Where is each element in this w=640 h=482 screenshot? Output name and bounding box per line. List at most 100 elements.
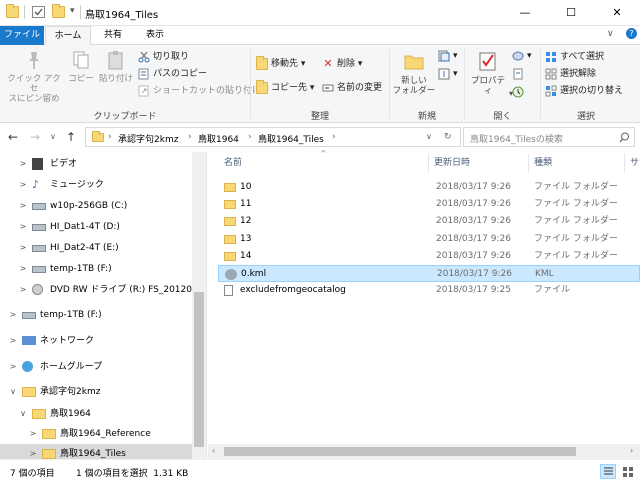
history-button[interactable]	[512, 85, 527, 100]
nav-item-label: HI_Dat2-4T (E:)	[50, 243, 119, 253]
chevron-right-icon[interactable]: >	[28, 424, 38, 444]
nav-item[interactable]: ∨ 鳥取1964	[0, 404, 192, 424]
move-to-button[interactable]: 移動先 ▾	[256, 55, 305, 72]
delete-x-icon: ✕	[323, 56, 333, 70]
chevron-right-icon[interactable]: >	[18, 217, 28, 237]
nav-item[interactable]: > HI_Dat2-4T (E:)	[0, 238, 192, 258]
up-arrow-icon[interactable]: ↑	[66, 130, 76, 144]
nav-scrollbar-thumb[interactable]	[194, 292, 204, 447]
nav-item[interactable]: > DVD RW ドライブ (R:) FS_201207	[0, 280, 198, 300]
column-header-date[interactable]: 更新日時	[434, 152, 470, 174]
copy-button[interactable]: コピー	[66, 49, 96, 84]
nav-item[interactable]: > 鳥取1964_Tiles	[0, 444, 192, 459]
column-header-name[interactable]: 名前	[224, 152, 242, 174]
sort-ascending-icon: ^	[320, 149, 327, 158]
refresh-icon[interactable]: ↻	[444, 132, 452, 142]
select-all-button[interactable]: すべて選択	[545, 50, 604, 65]
rename-button[interactable]: 名前の変更	[322, 81, 382, 96]
chevron-right-icon[interactable]: >	[18, 175, 28, 195]
select-none-button[interactable]: 選択解除	[545, 67, 596, 82]
file-row[interactable]: 11 2018/03/17 9:26 ファイル フォルダー	[218, 196, 640, 213]
tab-share[interactable]: 共有	[93, 26, 133, 45]
chevron-right-icon[interactable]: >	[18, 259, 28, 279]
close-button[interactable]: ✕	[594, 0, 640, 26]
tab-view[interactable]: 表示	[135, 26, 175, 45]
nav-item[interactable]: > ホームグループ	[0, 357, 192, 377]
file-row[interactable]: 0.kml 2018/03/17 9:26 KML	[218, 265, 640, 282]
folder-icon	[42, 449, 56, 459]
nav-item[interactable]: > ネットワーク	[0, 331, 192, 351]
select-none-label: 選択解除	[560, 69, 597, 79]
scroll-left-icon[interactable]: ‹	[212, 446, 215, 455]
pin-quick-access-button[interactable]: クイック アクセ スにピン留め	[4, 49, 64, 104]
move-to-icon	[256, 55, 268, 70]
item-count: 7 個の項目	[10, 469, 55, 479]
new-item-button[interactable]: ▾	[438, 49, 458, 64]
file-row[interactable]: 14 2018/03/17 9:26 ファイル フォルダー	[218, 248, 640, 265]
copy-path-button[interactable]: パスのコピー	[138, 67, 207, 82]
maximize-button[interactable]: ☐	[548, 0, 594, 26]
homegroup-icon	[22, 361, 33, 372]
paste-shortcut-label: ショートカットの貼り付け	[153, 86, 262, 96]
open-button[interactable]: ▾	[512, 49, 532, 64]
nav-item[interactable]: > temp-1TB (F:)	[0, 259, 192, 279]
chevron-right-icon[interactable]: >	[18, 196, 28, 216]
copy-to-button[interactable]: コピー先 ▾	[256, 79, 314, 96]
breadcrumb-item[interactable]: 鳥取1964_Tiles	[258, 132, 324, 145]
chevron-right-icon[interactable]: >	[8, 357, 18, 377]
chevron-right-icon[interactable]: >	[18, 280, 28, 300]
file-row[interactable]: excludefromgeocatalog 2018/03/17 9:25 ファイル	[218, 282, 640, 299]
file-row[interactable]: 10 2018/03/17 9:26 ファイル フォルダー	[218, 179, 640, 196]
breadcrumb-item[interactable]: 承認字句2kmz	[118, 132, 178, 145]
search-input[interactable]: 鳥取1964_Tilesの検索	[463, 127, 635, 147]
details-view-icon[interactable]	[600, 464, 616, 479]
properties-button[interactable]: プロパティ	[468, 49, 508, 96]
new-folder-quick-icon[interactable]	[52, 4, 65, 18]
chevron-right-icon[interactable]: >	[28, 444, 38, 459]
help-icon[interactable]: ?	[626, 28, 637, 39]
tab-home[interactable]: ホーム	[45, 26, 91, 46]
minimize-button[interactable]: —	[502, 0, 548, 26]
recent-locations-icon[interactable]: ∨	[50, 132, 56, 141]
expand-ribbon-icon[interactable]: ∨	[607, 29, 614, 39]
nav-item[interactable]: > w10p-256GB (C:)	[0, 196, 192, 216]
scroll-right-icon[interactable]: ›	[630, 446, 633, 455]
move-to-label: 移動先	[271, 59, 299, 69]
file-row[interactable]: 13 2018/03/17 9:26 ファイル フォルダー	[218, 231, 640, 248]
horizontal-scrollbar-thumb[interactable]	[224, 447, 576, 456]
paste-shortcut-button[interactable]: ショートカットの貼り付け	[138, 84, 261, 99]
address-dropdown-icon[interactable]: ∨	[426, 132, 432, 141]
paste-button[interactable]: 貼り付け	[98, 49, 134, 84]
chevron-down-icon[interactable]: ∨	[8, 382, 18, 402]
column-header-type[interactable]: 種類	[534, 152, 552, 174]
file-date: 2018/03/17 9:26	[436, 216, 511, 227]
properties-checkbox-icon[interactable]	[32, 6, 45, 18]
chevron-right-icon[interactable]: >	[18, 238, 28, 258]
large-icons-view-icon[interactable]	[620, 464, 636, 479]
forward-arrow-icon[interactable]: →	[30, 130, 40, 144]
nav-item[interactable]: ∨ 承認字句2kmz	[0, 382, 192, 402]
breadcrumb-item[interactable]: 鳥取1964	[198, 132, 239, 145]
quick-access-dropdown-icon[interactable]: ▾	[70, 6, 75, 16]
chevron-down-icon[interactable]: ∨	[18, 404, 28, 424]
nav-item[interactable]: > HI_Dat1-4T (D:)	[0, 217, 192, 237]
back-arrow-icon[interactable]: ←	[8, 130, 18, 144]
nav-item[interactable]: > ビデオ	[0, 154, 192, 174]
invert-selection-button[interactable]: 選択の切り替え	[545, 84, 623, 99]
address-bar[interactable]: › 承認字句2kmz › 鳥取1964 › 鳥取1964_Tiles › ∨ ↻	[85, 127, 461, 147]
nav-item[interactable]: > temp-1TB (F:)	[0, 305, 192, 325]
easy-access-button[interactable]: ▾	[438, 67, 458, 82]
cut-button[interactable]: 切り取り	[138, 50, 189, 65]
new-folder-label: 新しい フォルダー	[392, 76, 436, 96]
column-header-size[interactable]: サ	[630, 152, 639, 174]
file-row[interactable]: 12 2018/03/17 9:26 ファイル フォルダー	[218, 213, 640, 230]
chevron-right-icon[interactable]: >	[18, 154, 28, 174]
chevron-right-icon[interactable]: >	[8, 331, 18, 351]
delete-button[interactable]: ✕ 削除 ▾	[322, 57, 362, 72]
edit-button[interactable]	[512, 67, 527, 82]
tab-file[interactable]: ファイル	[0, 26, 44, 45]
nav-item[interactable]: > 鳥取1964_Reference	[0, 424, 192, 444]
new-folder-button[interactable]: 新しい フォルダー	[392, 49, 436, 96]
nav-item[interactable]: > ♪ ミュージック	[0, 175, 192, 195]
chevron-right-icon[interactable]: >	[8, 305, 18, 325]
